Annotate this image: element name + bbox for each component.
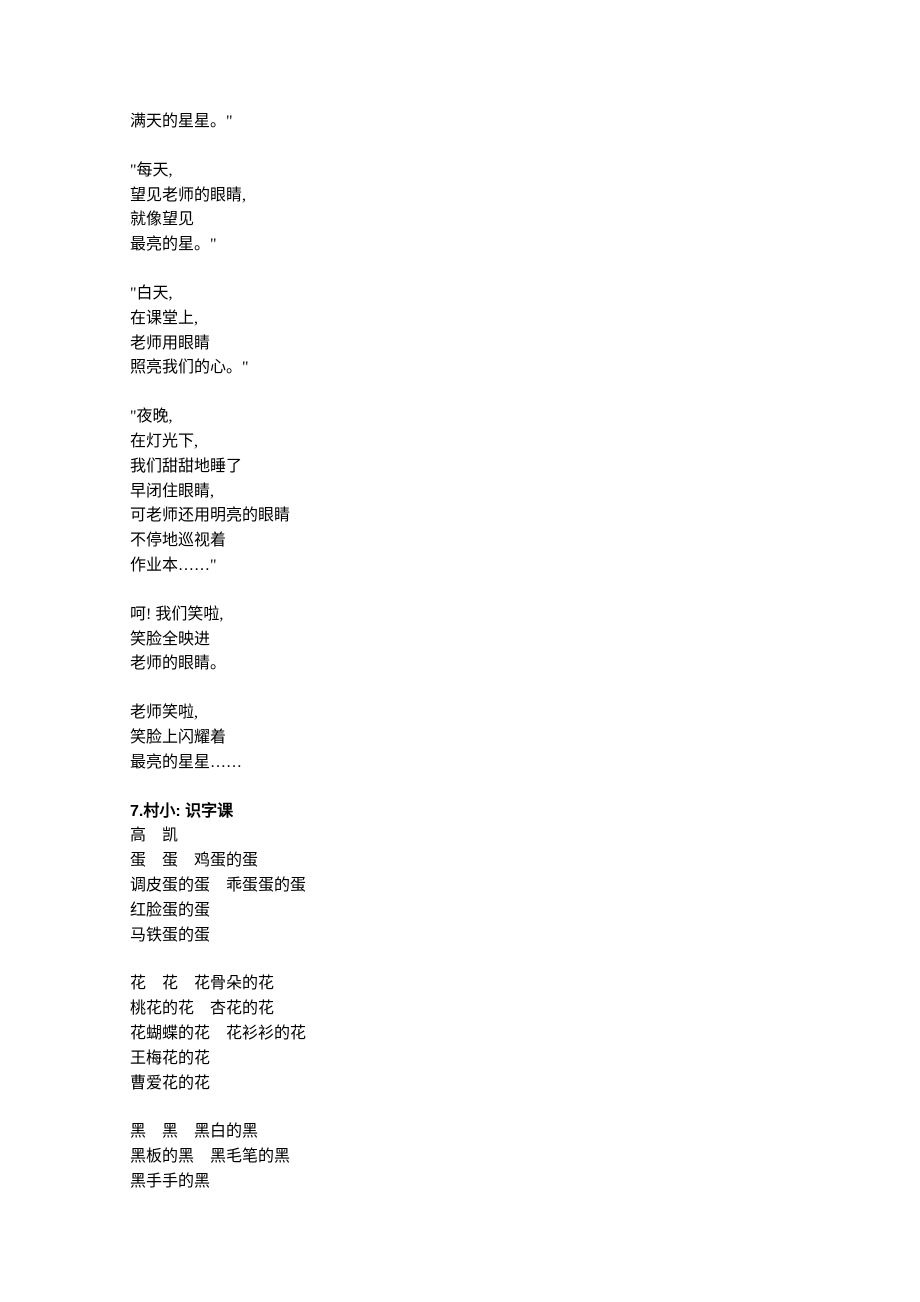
- poem-line: "每天,: [130, 159, 750, 184]
- poem-line: 老师笑啦,: [130, 701, 750, 726]
- poem-line: 早闭住眼睛,: [130, 480, 750, 505]
- poem-line: 在课堂上,: [130, 307, 750, 332]
- poem-line: 照亮我们的心。": [130, 356, 750, 381]
- poem-stanza: 呵! 我们笑啦, 笑脸全映进 老师的眼睛。: [130, 603, 750, 677]
- poem-line: 呵! 我们笑啦,: [130, 603, 750, 628]
- poem-line: 就像望见: [130, 208, 750, 233]
- poem-stanza: "白天, 在课堂上, 老师用眼睛 照亮我们的心。": [130, 282, 750, 381]
- poem-stanza: 满天的星星。": [130, 110, 750, 135]
- poem-line: 黑 黑 黑白的黑: [130, 1120, 750, 1145]
- poem-line: 我们甜甜地睡了: [130, 455, 750, 480]
- poem-line: 不停地巡视着: [130, 529, 750, 554]
- poem-line: 在灯光下,: [130, 430, 750, 455]
- poem-line: 最亮的星星……: [130, 751, 750, 776]
- poem-line: "夜晚,: [130, 405, 750, 430]
- poem-stanza: "夜晚, 在灯光下, 我们甜甜地睡了 早闭住眼睛, 可老师还用明亮的眼睛 不停地…: [130, 405, 750, 579]
- poem-line: 满天的星星。": [130, 110, 750, 135]
- poem-line: 王梅花的花: [130, 1047, 750, 1072]
- poem-line: 红脸蛋的蛋: [130, 899, 750, 924]
- section-heading: 7.村小: 识字课: [130, 800, 750, 825]
- poem-stanza: "每天, 望见老师的眼睛, 就像望见 最亮的星。": [130, 159, 750, 258]
- poem-line: 笑脸全映进: [130, 628, 750, 653]
- poem-line: 桃花的花 杏花的花: [130, 997, 750, 1022]
- section-author: 高 凯: [130, 824, 750, 849]
- poem-line: 调皮蛋的蛋 乖蛋蛋的蛋: [130, 874, 750, 899]
- document-page: 满天的星星。" "每天, 望见老师的眼睛, 就像望见 最亮的星。" "白天, 在…: [0, 0, 750, 1195]
- poem-line: 笑脸上闪耀着: [130, 726, 750, 751]
- poem-line: "白天,: [130, 282, 750, 307]
- poem-line: 花 花 花骨朵的花: [130, 972, 750, 997]
- poem-line: 老师用眼睛: [130, 332, 750, 357]
- poem-line: 蛋 蛋 鸡蛋的蛋: [130, 849, 750, 874]
- poem-line: 最亮的星。": [130, 233, 750, 258]
- poem-line: 花蝴蝶的花 花衫衫的花: [130, 1022, 750, 1047]
- poem-line: 黑板的黑 黑毛笔的黑: [130, 1145, 750, 1170]
- poem-stanza: 黑 黑 黑白的黑 黑板的黑 黑毛笔的黑 黑手手的黑: [130, 1120, 750, 1194]
- poem-line: 望见老师的眼睛,: [130, 184, 750, 209]
- poem-line: 马铁蛋的蛋: [130, 924, 750, 949]
- poem-stanza: 老师笑啦, 笑脸上闪耀着 最亮的星星……: [130, 701, 750, 775]
- poem-line: 作业本……": [130, 554, 750, 579]
- poem-line: 可老师还用明亮的眼睛: [130, 504, 750, 529]
- poem-stanza: 蛋 蛋 鸡蛋的蛋 调皮蛋的蛋 乖蛋蛋的蛋 红脸蛋的蛋 马铁蛋的蛋: [130, 849, 750, 948]
- poem-line: 曹爱花的花: [130, 1072, 750, 1097]
- poem-line: 老师的眼睛。: [130, 652, 750, 677]
- poem-line: 黑手手的黑: [130, 1170, 750, 1195]
- poem-stanza: 花 花 花骨朵的花 桃花的花 杏花的花 花蝴蝶的花 花衫衫的花 王梅花的花 曹爱…: [130, 972, 750, 1096]
